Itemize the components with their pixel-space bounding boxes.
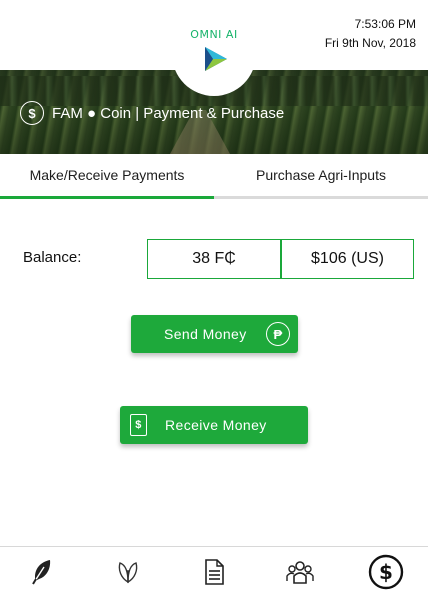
feather-icon [32,560,51,585]
bottom-nav: $ [0,546,428,595]
dollar-circle-icon: $ [368,554,404,590]
receipt-dollar-icon: $ [130,414,147,436]
balance-coin: 38 F₵ [147,239,281,279]
balance-label: Balance: [23,249,82,266]
document-icon [205,559,224,585]
tab-bar: Make/Receive Payments Purchase Agri-Inpu… [0,154,428,199]
send-money-button[interactable]: Send Money ₱ [131,315,298,353]
app-logo[interactable]: OMNI AI [172,12,256,96]
nav-feather[interactable] [26,556,58,588]
logo-text: OMNI AI [190,28,238,41]
group-icon [286,561,314,584]
receive-money-button[interactable]: $ Receive Money [120,406,308,444]
leaf-icon [118,562,138,584]
current-date: Fri 9th Nov, 2018 [324,36,416,50]
current-time: 7:53:06 PM [354,17,416,31]
tab-make-receive-payments[interactable]: Make/Receive Payments [0,154,214,199]
dollar-circle-icon: $ [20,101,44,125]
nav-payments[interactable]: $ [368,554,404,590]
datetime: 7:53:06 PM Fri 9th Nov, 2018 [325,15,416,53]
nav-leaf[interactable] [112,556,144,588]
send-money-label: Send Money [164,326,247,342]
play-logo-icon [205,47,227,71]
nav-group[interactable] [284,556,316,588]
nav-document[interactable] [198,556,230,588]
receive-money-label: Receive Money [165,417,267,433]
page-title: $ FAM ● Coin | Payment & Purchase [20,100,284,126]
page-title-text: FAM ● Coin | Payment & Purchase [52,104,285,122]
coin-send-icon: ₱ [266,322,290,346]
tab-purchase-agri-inputs[interactable]: Purchase Agri-Inputs [214,154,428,196]
svg-text:$: $ [379,560,393,584]
balance-usd: $106 (US) [281,239,414,279]
